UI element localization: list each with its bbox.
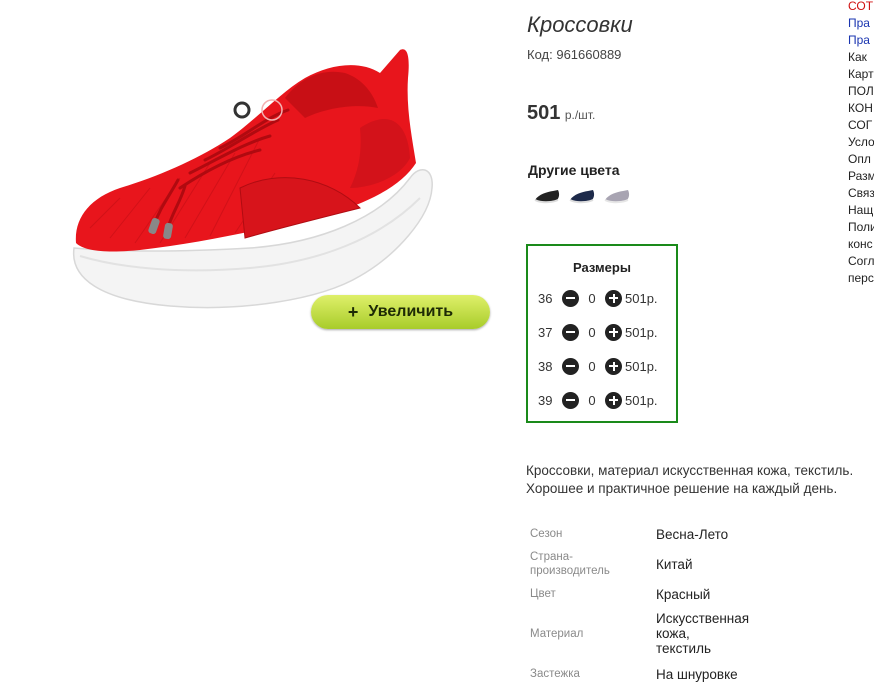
code-value: 961660889 [556,47,622,62]
spec-value-line: кожа, [656,626,690,641]
spec-value-line: Искусственная [656,611,750,626]
size-row: 39 0 501р. [538,390,658,410]
side-link[interactable]: КОН [848,100,874,117]
side-link[interactable]: СОГ [848,117,874,134]
size-quantity: 0 [588,324,596,340]
color-swatch-grey[interactable] [603,186,631,206]
spec-value: Весна-Лето [656,527,729,542]
product-code: Код: 961660889 [527,47,621,62]
size-price: 501р. [625,392,658,408]
zoom-button[interactable]: + Увеличить [311,295,490,329]
side-link[interactable]: Опл [848,151,874,168]
size-quantity: 0 [588,392,596,408]
side-link[interactable]: Усло [848,134,874,151]
side-links: СОТ Пра Пра Как Карт ПОЛ КОН СОГ Усло Оп… [848,0,874,287]
minus-icon[interactable] [562,289,579,307]
zoom-button-label: Увеличить [368,303,454,320]
color-swatch-black[interactable] [533,186,561,206]
size-quantity: 0 [588,358,596,374]
plus-icon: + [347,301,359,322]
spec-value: Красный [656,587,711,602]
spec-label: Цвет [530,588,556,600]
spec-label-line: Страна- [530,551,573,563]
price-value: 501 [527,102,561,124]
code-label: Код: [527,47,553,62]
spec-value-line: текстиль [656,641,711,656]
side-link[interactable]: Как [848,49,874,66]
description-line: Кроссовки, материал искусственная кожа, … [526,463,854,478]
side-link[interactable]: Поли [848,219,874,236]
product-price: 501 р./шт. [527,102,595,125]
side-link[interactable]: Пра [848,32,874,49]
side-link[interactable]: Пра [848,15,874,32]
size-row: 36 0 501р. [538,288,658,308]
spec-label: Материал [530,628,584,640]
description-line: Хорошее и практичное решение на каждый д… [526,481,838,496]
spec-value: На шнуровке [656,667,738,682]
side-link[interactable]: конс [848,236,874,253]
side-link[interactable]: Согл [848,253,874,270]
size-label: 36 [538,290,553,306]
spec-value: Искусственная кожа, текстиль [656,611,749,656]
side-link[interactable]: перс [848,270,874,287]
spec-value: Китай [656,557,693,572]
product-title: Кроссовки [527,12,633,37]
color-swatch-navy[interactable] [568,186,596,206]
minus-icon[interactable] [562,323,579,341]
size-row: 37 0 501р. [538,322,658,342]
side-link[interactable]: Связ [848,185,874,202]
plus-icon[interactable] [605,289,622,307]
size-quantity: 0 [588,290,596,306]
size-price: 501р. [625,324,658,340]
size-price: 501р. [625,290,658,306]
sizes-title: Размеры [573,260,631,275]
plus-icon[interactable] [605,357,622,375]
side-link[interactable]: СОТ [848,0,874,15]
size-price: 501р. [625,358,658,374]
other-colors-title: Другие цвета [528,162,620,178]
product-description: Кроссовки, материал искусственная кожа, … [526,462,871,498]
size-label: 39 [538,392,553,408]
sizes-panel: Размеры 36 0 501р. 37 0 501р. 38 0 501р.… [526,244,678,423]
product-image[interactable] [60,38,450,328]
spec-label: Застежка [530,668,580,680]
side-link[interactable]: ПОЛ [848,83,874,100]
side-link[interactable]: Нащ [848,202,874,219]
spec-label-line: производитель [530,565,610,577]
size-label: 38 [538,358,553,374]
side-link[interactable]: Разм [848,168,874,185]
minus-icon[interactable] [562,391,579,409]
plus-icon[interactable] [605,323,622,341]
minus-icon[interactable] [562,357,579,375]
size-label: 37 [538,324,553,340]
plus-icon[interactable] [605,391,622,409]
spec-label: Страна- производитель [530,550,610,578]
price-unit: р./шт. [564,108,596,122]
spec-label: Сезон [530,528,563,540]
size-row: 38 0 501р. [538,356,658,376]
side-link[interactable]: Карт [848,66,874,83]
